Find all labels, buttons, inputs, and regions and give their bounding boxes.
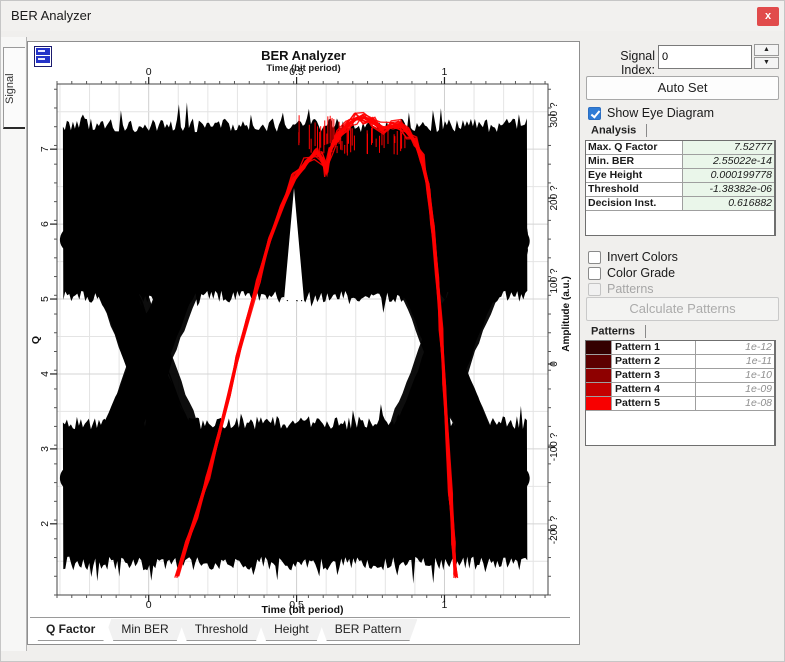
patterns-row: Patterns (588, 281, 654, 297)
patterns-label: Patterns (607, 282, 654, 296)
table-row: Max. Q Factor7.52777 (586, 141, 774, 155)
show-eye-diagram-label: Show Eye Diagram (607, 106, 714, 120)
svg-text:Amplitude (a.u.): Amplitude (a.u.) (561, 276, 572, 352)
tab-ber-pattern[interactable]: BER Pattern (319, 619, 418, 641)
pattern-color-swatch (586, 369, 612, 382)
spinner-down-icon[interactable]: ▼ (754, 57, 779, 69)
signal-index-row: Signal Index: ▲ ▼ (585, 43, 783, 69)
pattern-row[interactable]: Pattern 31e-10 (586, 369, 774, 383)
pattern-color-swatch (586, 341, 612, 354)
svg-text:1: 1 (442, 599, 448, 611)
bottom-tab-bar: Q Factor Min BER Threshold Height BER Pa… (30, 617, 570, 641)
svg-text:200 ?: 200 ? (549, 185, 560, 210)
svg-text:2: 2 (39, 521, 51, 527)
table-row: Min. BER2.55022e-14 (586, 155, 774, 169)
svg-text:0: 0 (146, 66, 152, 78)
tab-threshold[interactable]: Threshold (179, 619, 264, 641)
calculate-patterns-button: Calculate Patterns (586, 297, 779, 321)
plot-panel: BER Analyzer Time (bit period) 000.50.51… (27, 41, 580, 645)
pattern-row[interactable]: Pattern 11e-12 (586, 341, 774, 355)
svg-text:300 ?: 300 ? (549, 102, 560, 127)
tab-patterns[interactable]: Patterns (591, 325, 646, 340)
pattern-color-swatch (586, 397, 612, 410)
color-grade-label: Color Grade (607, 266, 675, 280)
svg-text:4: 4 (39, 371, 51, 377)
close-icon[interactable]: x (757, 7, 779, 26)
svg-text:100 ?: 100 ? (549, 268, 560, 293)
svg-text:5: 5 (39, 296, 51, 302)
spinner-up-icon[interactable]: ▲ (754, 44, 779, 56)
svg-text:3: 3 (39, 446, 51, 452)
svg-text:1: 1 (442, 66, 448, 78)
control-panel: Signal Index: ▲ ▼ Auto Set Show Eye Diag… (585, 39, 783, 661)
pattern-color-swatch (586, 355, 612, 368)
pattern-color-swatch (586, 383, 612, 396)
auto-set-button[interactable]: Auto Set (586, 76, 779, 100)
table-row: Eye Height0.000199778 (586, 169, 774, 183)
svg-text:Time (bit period): Time (bit period) (261, 604, 343, 616)
svg-text:7: 7 (39, 146, 51, 152)
pattern-row[interactable]: Pattern 21e-11 (586, 355, 774, 369)
svg-text:-200 ?: -200 ? (549, 515, 560, 544)
invert-colors-checkbox[interactable] (588, 251, 601, 264)
svg-text:0: 0 (146, 599, 152, 611)
pattern-row[interactable]: Pattern 51e-08 (586, 397, 774, 411)
patterns-checkbox (588, 283, 601, 296)
window-title: BER Analyzer (11, 8, 91, 23)
eye-diagram-plot: 000.50.511234567300 ?200 ?100 ?0-100 ?-2… (28, 42, 579, 620)
show-eye-diagram-row: Show Eye Diagram (588, 105, 714, 121)
tab-q-factor[interactable]: Q Factor (30, 619, 111, 641)
analysis-table: Max. Q Factor7.52777 Min. BER2.55022e-14… (585, 140, 776, 236)
tab-signal-label: Signal (4, 54, 25, 124)
title-bar: BER Analyzer x (1, 1, 785, 31)
tab-analysis[interactable]: Analysis (591, 124, 647, 139)
svg-text:0: 0 (549, 361, 560, 367)
signal-index-label: Signal Index: (585, 49, 655, 77)
color-grade-checkbox[interactable] (588, 267, 601, 280)
tab-signal[interactable]: Signal (3, 47, 25, 129)
tab-min-ber[interactable]: Min BER (105, 619, 184, 641)
patterns-table: Pattern 11e-12 Pattern 21e-11 Pattern 31… (585, 340, 776, 446)
signal-index-input[interactable] (658, 45, 752, 69)
ber-analyzer-window: BER Analyzer x Signal BER Analyzer Time … (0, 0, 785, 662)
svg-text:Q: Q (30, 336, 42, 344)
pattern-row[interactable]: Pattern 41e-09 (586, 383, 774, 397)
show-eye-diagram-checkbox[interactable] (588, 107, 601, 120)
svg-text:-100 ?: -100 ? (549, 432, 560, 461)
svg-text:6: 6 (39, 221, 51, 227)
signal-index-stepper: ▲ ▼ (754, 44, 779, 70)
left-tab-strip: Signal (1, 37, 27, 651)
svg-text:0.5: 0.5 (289, 66, 304, 78)
color-grade-row: Color Grade (588, 265, 675, 281)
invert-colors-row: Invert Colors (588, 249, 678, 265)
table-row: Threshold-1.38382e-06 (586, 183, 774, 197)
invert-colors-label: Invert Colors (607, 250, 678, 264)
tab-height[interactable]: Height (258, 619, 325, 641)
table-row: Decision Inst.0.616882 (586, 197, 774, 211)
